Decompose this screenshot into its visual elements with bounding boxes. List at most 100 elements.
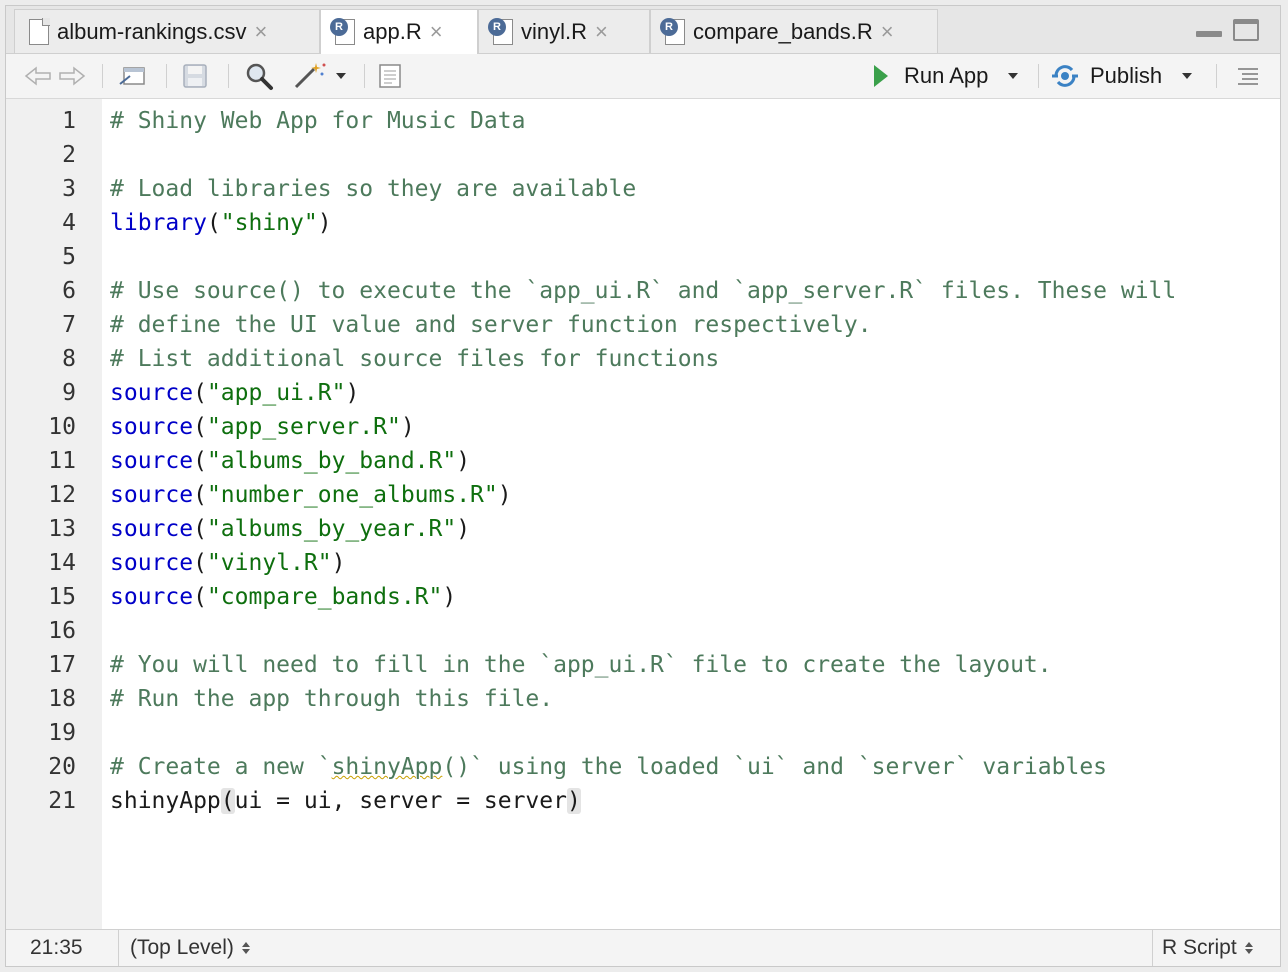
line-number: 9	[62, 380, 76, 406]
code-tools-wand-icon[interactable]	[292, 54, 346, 98]
search-icon[interactable]	[244, 54, 274, 98]
code-token: # define the UI value and server functio…	[110, 312, 872, 338]
code-token: (	[193, 550, 207, 576]
line-number: 14	[48, 550, 76, 576]
code-token: (	[206, 210, 221, 236]
code-token: )	[442, 584, 457, 610]
code-line: source("albums_by_year.R")	[110, 512, 470, 546]
line-number: 4	[62, 210, 76, 236]
close-tab-icon[interactable]: ×	[881, 19, 894, 45]
code-line: # Run the app through this file.	[110, 682, 553, 716]
code-line: # Create a new `shinyApp()` using the lo…	[110, 750, 1107, 784]
scope-selector[interactable]: (Top Level)	[130, 930, 250, 966]
code-line: # You will need to fill in the `app_ui.R…	[110, 648, 1052, 682]
close-tab-icon[interactable]: ×	[255, 19, 268, 45]
code-token: "number_one_albums.R"	[206, 482, 498, 508]
line-number: 6	[62, 278, 76, 304]
code-token: )	[456, 448, 471, 474]
code-line: # define the UI value and server functio…	[110, 308, 872, 342]
code-line: # List additional source files for funct…	[110, 342, 719, 376]
run-app-label: Run App	[904, 63, 989, 88]
editor-tab-bar: album-rankings.csv × R app.R × R vinyl.R…	[6, 6, 1280, 54]
code-token: "app_server.R"	[206, 414, 401, 440]
minimize-pane-icon[interactable]	[1196, 19, 1222, 41]
code-token: )	[566, 788, 581, 814]
editor-toolbar: Run App Publish	[6, 54, 1280, 99]
line-number-gutter: 1 2 3 4 5 6 7 8 9 10 11 12 13 14 15 16 17 18 19 20 21	[6, 99, 102, 930]
code-token: # List additional source files for funct…	[110, 346, 720, 372]
chevron-down-icon[interactable]	[1182, 73, 1193, 79]
tab-label: album-rankings.csv	[57, 18, 247, 44]
code-line: # Shiny Web App for Music Data	[110, 104, 525, 138]
chevron-down-icon[interactable]	[1008, 73, 1019, 79]
show-in-new-window-icon[interactable]	[118, 54, 148, 98]
code-token: )	[456, 516, 471, 542]
editor-status-bar: 21:35 (Top Level) R Script	[6, 929, 1280, 966]
code-token: (	[193, 380, 207, 406]
code-token: # Shiny Web App for Music Data	[110, 108, 526, 134]
tab-app-r[interactable]: R app.R ×	[320, 9, 478, 54]
code-token: source	[110, 448, 194, 474]
save-icon[interactable]	[182, 54, 208, 98]
code-token: "app_ui.R"	[206, 380, 346, 406]
close-tab-icon[interactable]: ×	[595, 19, 608, 45]
code-line: # Use source() to execute the `app_ui.R`…	[110, 274, 1176, 308]
publish-button[interactable]: Publish	[1050, 54, 1193, 98]
line-number: 13	[48, 516, 76, 542]
line-number: 7	[62, 312, 76, 338]
code-token: source	[110, 414, 194, 440]
scope-label: (Top Level)	[130, 936, 234, 959]
code-token: # Use source() to execute the `app_ui.R`…	[110, 278, 1177, 304]
line-number: 17	[48, 652, 76, 678]
code-line: # Load libraries so they are available	[110, 172, 636, 206]
file-type-label: R Script	[1162, 936, 1237, 959]
code-token: source	[110, 482, 194, 508]
code-token: (	[193, 516, 207, 542]
line-number: 8	[62, 346, 76, 372]
line-number: 1	[62, 108, 76, 134]
tab-label: app.R	[363, 19, 422, 44]
code-token: ui = ui, server = server	[234, 788, 567, 814]
code-line: source("albums_by_band.R")	[110, 444, 470, 478]
code-line: source("number_one_albums.R")	[110, 478, 512, 512]
code-token: shinyApp	[331, 754, 443, 780]
tab-compare-bands-r[interactable]: R compare_bands.R ×	[650, 9, 938, 53]
code-editor[interactable]: # Shiny Web App for Music Data # Load lib…	[102, 99, 1280, 930]
line-number: 10	[48, 414, 76, 440]
file-type-selector[interactable]: R Script	[1162, 930, 1253, 966]
r-file-icon: R	[488, 17, 513, 45]
r-file-icon: R	[330, 18, 355, 45]
code-token: "compare_bands.R"	[206, 584, 443, 610]
code-line: source("app_ui.R")	[110, 376, 359, 410]
code-token: )	[400, 414, 415, 440]
forward-arrow-icon[interactable]	[58, 54, 86, 98]
close-tab-icon[interactable]: ×	[430, 19, 443, 45]
maximize-pane-icon[interactable]	[1233, 19, 1259, 41]
run-app-button[interactable]: Run App	[874, 54, 1019, 98]
code-token: # Create a new `	[110, 754, 332, 780]
code-token: "vinyl.R"	[206, 550, 332, 576]
line-number: 15	[48, 584, 76, 610]
tab-album-rankings-csv[interactable]: album-rankings.csv ×	[14, 9, 320, 53]
line-number: 20	[48, 754, 76, 780]
line-number: 18	[48, 686, 76, 712]
code-token: # You will need to fill in the `app_ui.R…	[110, 652, 1052, 678]
publish-label: Publish	[1090, 63, 1163, 88]
document-outline-icon[interactable]	[1236, 54, 1260, 98]
code-token: # Run the app through this file.	[110, 686, 554, 712]
compile-report-notebook-icon[interactable]	[376, 54, 404, 98]
code-token: # Load libraries so they are available	[110, 176, 637, 202]
line-number: 16	[48, 618, 76, 644]
r-file-icon: R	[660, 17, 685, 45]
code-line: source("compare_bands.R")	[110, 580, 456, 614]
line-number: 5	[62, 244, 76, 270]
cursor-position: 21:35	[30, 936, 83, 959]
back-arrow-icon[interactable]	[24, 54, 52, 98]
publish-icon	[1052, 65, 1078, 87]
line-number: 21	[48, 788, 76, 814]
code-token: "albums_by_band.R"	[206, 448, 457, 474]
code-token: (	[193, 414, 207, 440]
tab-vinyl-r[interactable]: R vinyl.R ×	[478, 9, 650, 53]
code-token: source	[110, 550, 194, 576]
play-icon	[874, 65, 888, 87]
